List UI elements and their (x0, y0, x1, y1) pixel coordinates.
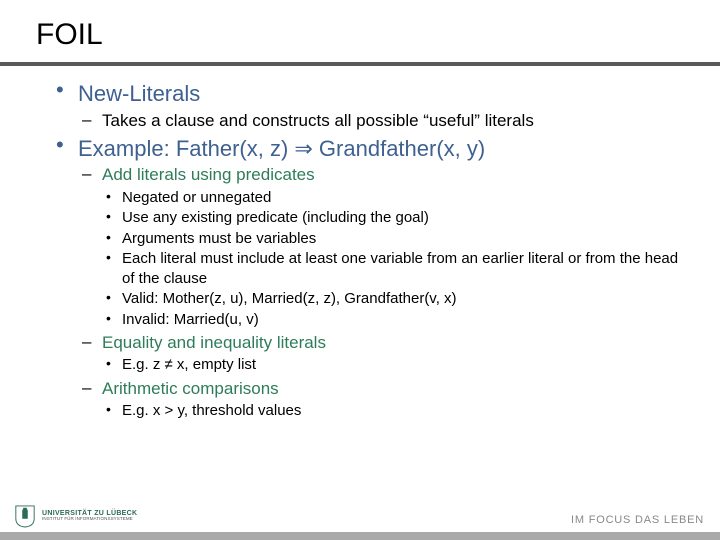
institute-name: INSTITUT FÜR INFORMATIONSSYSTEME (42, 517, 137, 522)
lvl3-text: E.g. z ≠ x, empty list (122, 356, 256, 373)
bullet-list-lvl1: New-Literals Takes a clause and construc… (54, 80, 680, 421)
list-item: Arithmetic comparisons E.g. x > y, thres… (78, 378, 680, 421)
list-item: Invalid: Married(u, v) (102, 310, 680, 330)
list-item: Equality and inequality literals E.g. z … (78, 332, 680, 375)
list-item: Arguments must be variables (102, 229, 680, 249)
lvl2-text: Equality and inequality literals (102, 333, 326, 352)
lvl3-text: E.g. x > y, threshold values (122, 402, 301, 419)
lvl3-text: Use any existing predicate (including th… (122, 209, 429, 226)
bullet-list-lvl2: Add literals using predicates Negated or… (78, 164, 680, 420)
list-item: Example: Father(x, z) ⇒ Grandfather(x, y… (54, 135, 680, 421)
university-crest-icon (14, 504, 36, 528)
slide: FOIL New-Literals Takes a clause and con… (0, 0, 720, 540)
list-item: E.g. x > y, threshold values (102, 401, 680, 421)
bullet-list-lvl3: Negated or unnegated Use any existing pr… (102, 188, 680, 330)
title-underline (0, 62, 720, 66)
lvl3-text: Negated or unnegated (122, 189, 271, 206)
content-area: New-Literals Takes a clause and construc… (0, 80, 720, 421)
list-item: Valid: Mother(z, u), Married(z, z), Gran… (102, 289, 680, 309)
list-item: Add literals using predicates Negated or… (78, 164, 680, 329)
footer-tagline: IM FOCUS DAS LEBEN (571, 514, 704, 526)
footer-logo: UNIVERSITÄT ZU LÜBECK INSTITUT FÜR INFOR… (14, 504, 137, 528)
lvl2-text: Takes a clause and constructs all possib… (102, 111, 534, 130)
lvl1-text: Example: Father(x, z) ⇒ Grandfather(x, y… (78, 136, 485, 161)
lvl3-text: Each literal must include at least one v… (122, 250, 678, 287)
list-item: Negated or unnegated (102, 188, 680, 208)
slide-title: FOIL (0, 18, 720, 62)
logo-text: UNIVERSITÄT ZU LÜBECK INSTITUT FÜR INFOR… (42, 510, 137, 522)
lvl3-text: Invalid: Married(u, v) (122, 311, 259, 328)
list-item: Each literal must include at least one v… (102, 249, 680, 288)
lvl3-text: Valid: Mother(z, u), Married(z, z), Gran… (122, 290, 457, 307)
list-item: Use any existing predicate (including th… (102, 208, 680, 228)
list-item: Takes a clause and constructs all possib… (78, 110, 680, 131)
list-item: New-Literals Takes a clause and construc… (54, 80, 680, 131)
bullet-list-lvl3: E.g. x > y, threshold values (102, 401, 680, 421)
lvl1-text: New-Literals (78, 81, 200, 106)
bullet-list-lvl3: E.g. z ≠ x, empty list (102, 355, 680, 375)
footer: UNIVERSITÄT ZU LÜBECK INSTITUT FÜR INFOR… (0, 500, 720, 540)
footer-bar (0, 532, 720, 540)
lvl2-text: Arithmetic comparisons (102, 379, 279, 398)
lvl3-text: Arguments must be variables (122, 230, 316, 247)
lvl2-text: Add literals using predicates (102, 165, 315, 184)
list-item: E.g. z ≠ x, empty list (102, 355, 680, 375)
bullet-list-lvl2: Takes a clause and constructs all possib… (78, 110, 680, 131)
